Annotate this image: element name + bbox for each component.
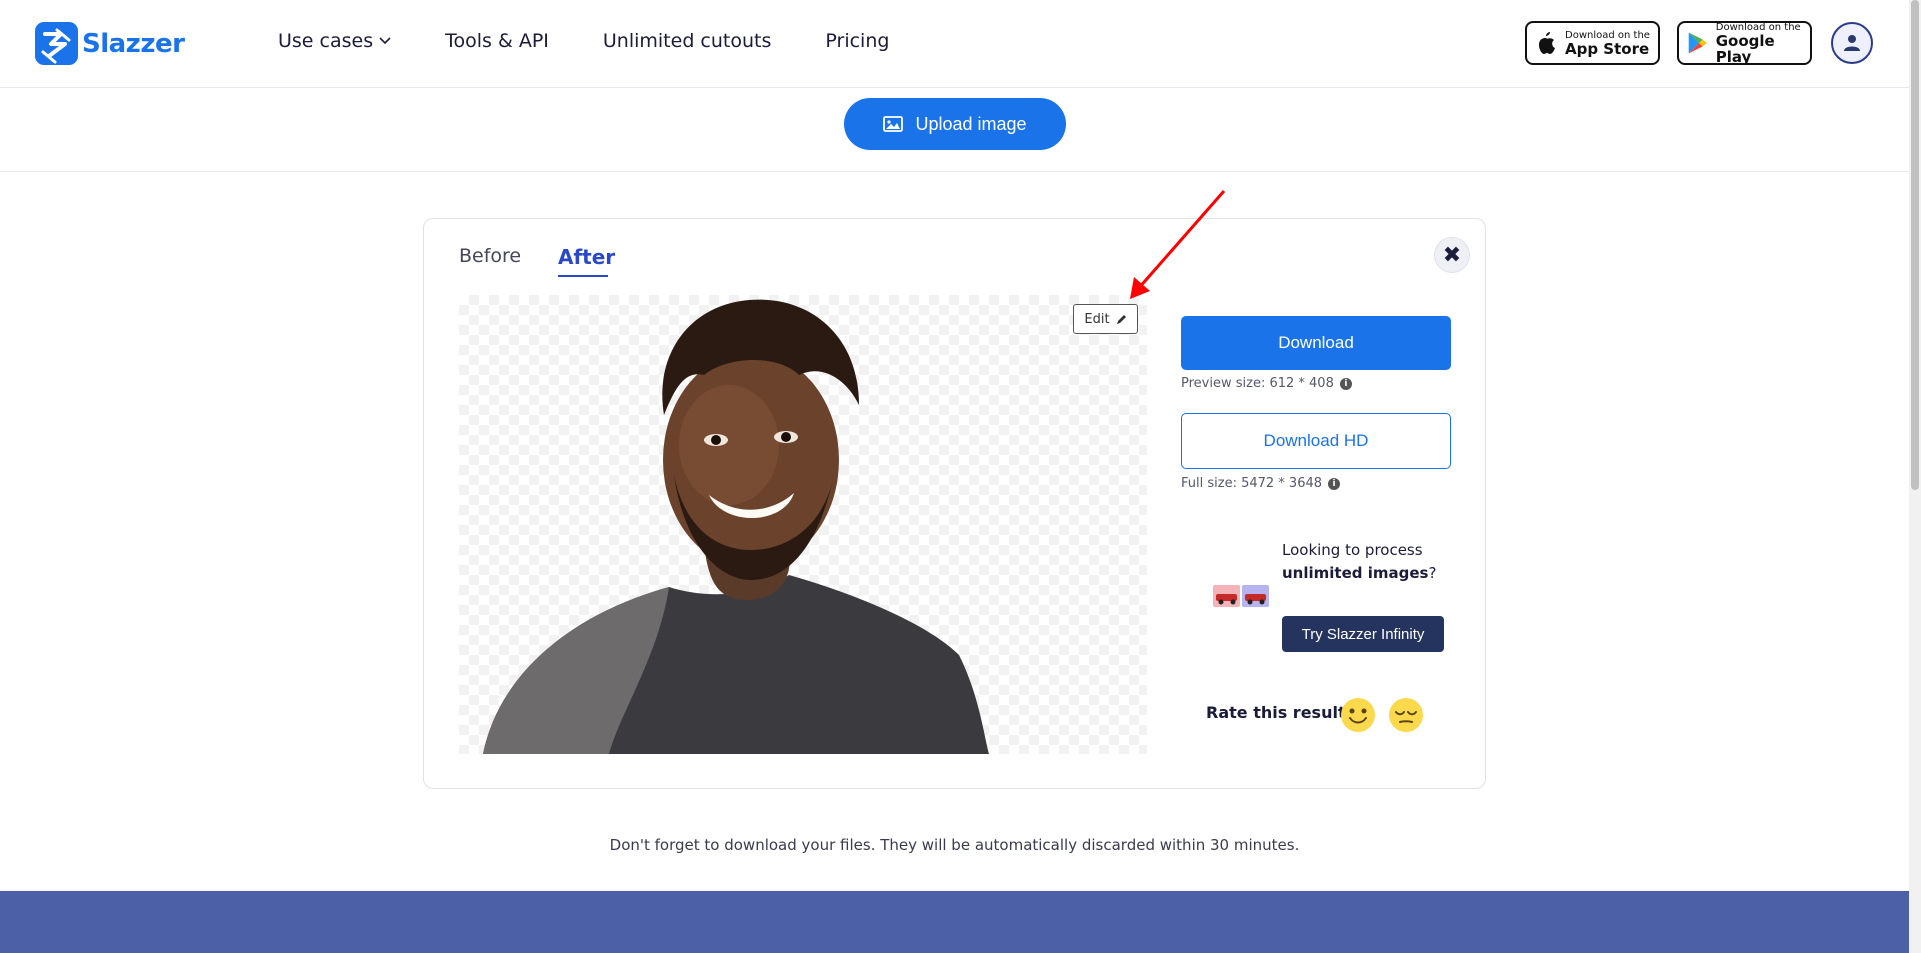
top-header: Slazzer Use cases Tools & API Unlimited … <box>0 0 1909 88</box>
footer-band <box>0 891 1909 953</box>
active-tab-underline <box>558 275 608 277</box>
chevron-down-icon <box>379 37 391 45</box>
promo-thumb-car-2 <box>1242 585 1269 607</box>
logo-text: Slazzer <box>82 28 185 59</box>
promo-thumb-car-1 <box>1213 585 1240 607</box>
edit-label: Edit <box>1084 311 1110 327</box>
nav-tools-api-label: Tools & API <box>445 30 549 52</box>
upload-image-label: Upload image <box>915 113 1027 134</box>
slazzer-logo-icon <box>35 22 78 65</box>
upload-image-button[interactable]: Upload image <box>844 98 1066 150</box>
nav-use-cases-label: Use cases <box>278 30 374 52</box>
upload-bar: Upload image <box>0 89 1909 172</box>
discard-notice: Don't forget to download your files. The… <box>609 836 1300 854</box>
full-size-text: Full size: 5472 * 3648 i <box>1181 476 1341 491</box>
nav-use-cases[interactable]: Use cases <box>278 30 391 52</box>
close-button[interactable]: ✖ <box>1434 237 1470 273</box>
google-play-icon <box>1688 32 1707 54</box>
result-card: Before After ✖ Edit Download Preview siz… <box>423 218 1486 789</box>
full-size-label: Full size: 5472 * 3648 <box>1181 476 1323 491</box>
promo-bold: unlimited images <box>1282 564 1429 582</box>
google-play-big-text: Google Play <box>1715 31 1775 66</box>
edit-button[interactable]: Edit <box>1073 304 1138 334</box>
download-button[interactable]: Download <box>1181 316 1451 370</box>
download-hd-button[interactable]: Download HD <box>1181 413 1451 469</box>
promo-line1: Looking to process <box>1282 541 1423 559</box>
info-icon[interactable]: i <box>1328 477 1341 490</box>
nav-unlimited-cutouts[interactable]: Unlimited cutouts <box>603 30 772 52</box>
info-icon[interactable]: i <box>1339 377 1352 390</box>
smile-emoji-icon[interactable] <box>1340 697 1376 733</box>
pencil-icon <box>1116 314 1126 324</box>
preview-size-label: Preview size: 612 * 408 <box>1181 376 1334 391</box>
logo[interactable]: Slazzer <box>35 22 185 65</box>
user-icon <box>1844 35 1860 51</box>
red-arrow-annotation <box>1130 190 1226 299</box>
nav-tools-api[interactable]: Tools & API <box>445 30 549 52</box>
main-nav: Use cases Tools & API Unlimited cutouts … <box>278 30 943 52</box>
nav-pricing[interactable]: Pricing <box>825 30 889 52</box>
app-store-big-text: App Store <box>1565 39 1650 58</box>
rate-label: Rate this result: <box>1206 703 1352 722</box>
promo-thumbnails <box>1213 585 1269 607</box>
google-play-button[interactable]: Download on the Google Play <box>1677 21 1812 65</box>
try-slazzer-infinity-button[interactable]: Try Slazzer Infinity <box>1282 616 1444 652</box>
cutout-person-image <box>483 299 989 754</box>
user-avatar-button[interactable] <box>1831 22 1873 64</box>
preview-size-text: Preview size: 612 * 408 i <box>1181 376 1352 391</box>
app-store-button[interactable]: Download on the App Store <box>1525 21 1660 65</box>
relieved-emoji-icon[interactable] <box>1388 697 1424 733</box>
image-icon <box>883 116 904 132</box>
scrollbar-thumb[interactable] <box>1911 0 1919 490</box>
tab-after[interactable]: After <box>558 245 615 269</box>
promo-text: Looking to process unlimited images? <box>1282 539 1442 585</box>
nav-unlimited-cutouts-label: Unlimited cutouts <box>602 30 772 52</box>
app-store-small-text: Download on the <box>1565 29 1650 41</box>
close-icon: ✖ <box>1442 242 1462 268</box>
promo-end: ? <box>1428 564 1437 582</box>
tab-before[interactable]: Before <box>459 245 521 267</box>
apple-icon <box>1539 32 1555 54</box>
result-image <box>459 295 1147 754</box>
google-play-small-text: Download on the <box>1715 21 1801 33</box>
nav-pricing-label: Pricing <box>825 30 890 52</box>
